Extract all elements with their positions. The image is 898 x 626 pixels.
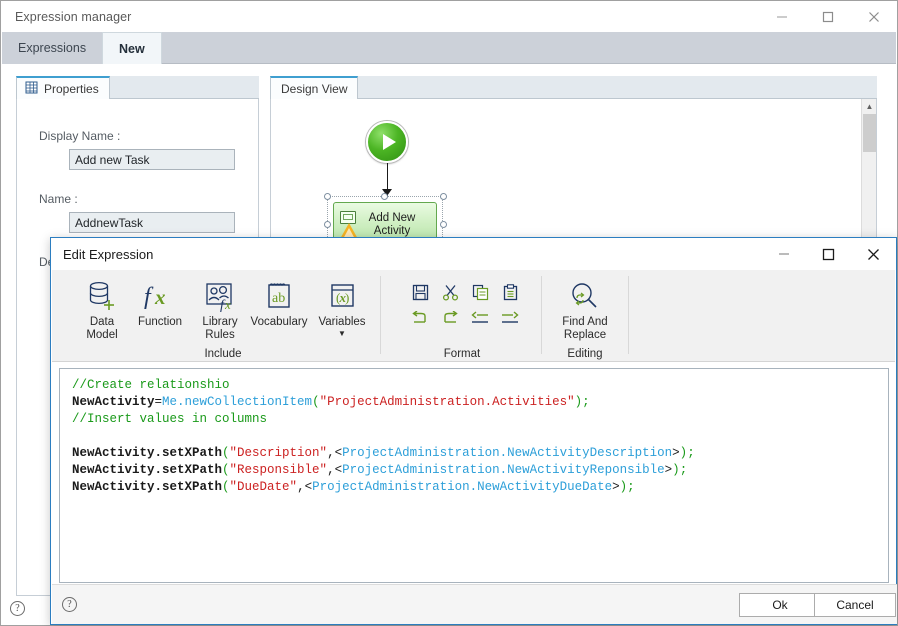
ribbon-button-function[interactable]: f x Function — [129, 276, 191, 329]
dialog-maximize-icon[interactable] — [806, 238, 851, 270]
find-replace-icon — [568, 276, 602, 316]
dialog-minimize-icon[interactable] — [761, 238, 806, 270]
flow-node-label: Add New Activity — [368, 211, 416, 237]
ribbon-label-function: Function — [137, 316, 183, 328]
main-titlebar: Expression manager — [1, 1, 897, 32]
ribbon-button-library-rules[interactable]: f x Library Rules — [194, 276, 246, 342]
dialog-titlebar: Edit Expression — [51, 238, 896, 270]
ribbon-group-include: Data Model f x Function f x Library Rule… — [74, 270, 372, 362]
main-help-button[interactable]: ? — [10, 601, 26, 617]
ribbon-separator — [541, 276, 542, 354]
dialog-footer: ? Ok Cancel — [52, 584, 897, 624]
ribbon-separator — [380, 276, 381, 354]
ribbon-label-find-replace-line2: Replace — [563, 329, 607, 341]
cancel-button[interactable]: Cancel — [814, 593, 896, 617]
chevron-down-icon[interactable]: ▼ — [338, 329, 346, 339]
ribbon-separator — [628, 276, 629, 354]
copy-icon[interactable] — [467, 280, 493, 304]
ribbon-label-vocabulary: Vocabulary — [250, 316, 308, 328]
help-icon: ? — [10, 601, 25, 616]
tab-properties-label: Properties — [44, 81, 99, 96]
tab-design-view[interactable]: Design View — [270, 76, 359, 99]
fx-icon: f x — [142, 276, 178, 316]
save-icon[interactable] — [407, 280, 433, 304]
display-name-input[interactable]: Add new Task — [69, 149, 235, 170]
database-add-icon — [85, 276, 119, 316]
ribbon-button-find-replace[interactable]: Find And Replace — [554, 276, 616, 342]
properties-tabrow: Properties — [16, 76, 259, 99]
tab-expressions-label: Expressions — [18, 41, 87, 55]
dialog-help-button[interactable]: ? — [62, 597, 77, 612]
ribbon-button-variables[interactable]: ( x ) Variables ▼ — [312, 276, 372, 339]
redo-icon[interactable] — [437, 306, 463, 330]
svg-text:f: f — [144, 284, 154, 310]
indent-icon[interactable] — [497, 306, 523, 330]
edit-expression-dialog: Edit Expression Data Model f x Function … — [50, 237, 897, 625]
ribbon-label-library-rules-line1: Library — [202, 316, 238, 328]
ribbon-button-data-model[interactable]: Data Model — [76, 276, 128, 342]
ribbon-group-title-editing: Editing — [567, 348, 603, 360]
ribbon-label-find-replace-line1: Find And — [562, 316, 608, 328]
ribbon-group-editing: Find And Replace Editing — [546, 270, 624, 362]
variables-x-icon: ( x ) — [326, 276, 358, 316]
ribbon-label-data-model-line1: Data — [89, 316, 115, 328]
help-icon: ? — [62, 597, 77, 612]
undo-icon[interactable] — [407, 306, 433, 330]
main-tabstrip: Expressions New — [2, 32, 896, 64]
tab-expressions[interactable]: Expressions — [2, 32, 103, 64]
screen-root: Expression manager Expressions New Prope… — [0, 0, 898, 626]
design-tabrow: Design View — [270, 76, 877, 99]
tab-properties[interactable]: Properties — [16, 76, 110, 99]
display-name-label: Display Name : — [39, 129, 121, 143]
svg-text:): ) — [345, 290, 349, 305]
ribbon-button-vocabulary[interactable]: ab Vocabulary — [242, 276, 316, 329]
ribbon-group-format: Format — [387, 270, 537, 362]
tab-new[interactable]: New — [102, 32, 162, 64]
window-controls — [759, 1, 897, 32]
paste-icon[interactable] — [497, 280, 523, 304]
resize-handle[interactable] — [440, 221, 447, 228]
ribbon-group-title-format: Format — [443, 348, 481, 360]
play-start-icon — [382, 134, 396, 150]
svg-text:x: x — [154, 285, 166, 309]
dialog-close-icon[interactable] — [851, 238, 896, 270]
dialog-ribbon: Data Model f x Function f x Library Rule… — [52, 270, 895, 362]
cut-icon[interactable] — [437, 280, 463, 304]
svg-text:x: x — [224, 297, 231, 312]
flow-node-start[interactable] — [366, 121, 408, 163]
minimize-icon[interactable] — [759, 1, 805, 32]
close-icon[interactable] — [851, 1, 897, 32]
expression-editor[interactable]: //Create relationshio NewActivity=Me.new… — [59, 368, 889, 583]
name-input[interactable]: AddnewTask — [69, 212, 235, 233]
ribbon-label-data-model-line2: Model — [86, 329, 118, 341]
outdent-icon[interactable] — [467, 306, 493, 330]
dialog-title: Edit Expression — [63, 246, 154, 262]
ribbon-group-title-include: Include — [204, 348, 242, 360]
chevron-up-icon[interactable]: ▲ — [862, 99, 876, 114]
ribbon-label-library-rules-line2: Rules — [205, 329, 235, 341]
maximize-icon[interactable] — [805, 1, 851, 32]
expression-editor-text[interactable]: //Create relationshio NewActivity=Me.new… — [60, 369, 888, 496]
library-rules-icon: f x — [204, 276, 236, 316]
resize-handle[interactable] — [381, 193, 388, 200]
scrollbar-thumb[interactable] — [863, 114, 876, 152]
vocabulary-ab-icon: ab — [263, 276, 295, 316]
resize-handle[interactable] — [324, 193, 331, 200]
tab-new-label: New — [119, 41, 145, 56]
name-label: Name : — [39, 192, 78, 206]
ribbon-label-variables: Variables — [318, 316, 366, 328]
tab-design-view-label: Design View — [281, 81, 348, 96]
ok-button[interactable]: Ok — [739, 593, 821, 617]
properties-grid-icon — [25, 81, 38, 97]
resize-handle[interactable] — [324, 221, 331, 228]
svg-text:ab: ab — [272, 291, 285, 306]
dialog-window-controls — [761, 238, 896, 270]
resize-handle[interactable] — [440, 193, 447, 200]
window-title: Expression manager — [15, 9, 132, 24]
